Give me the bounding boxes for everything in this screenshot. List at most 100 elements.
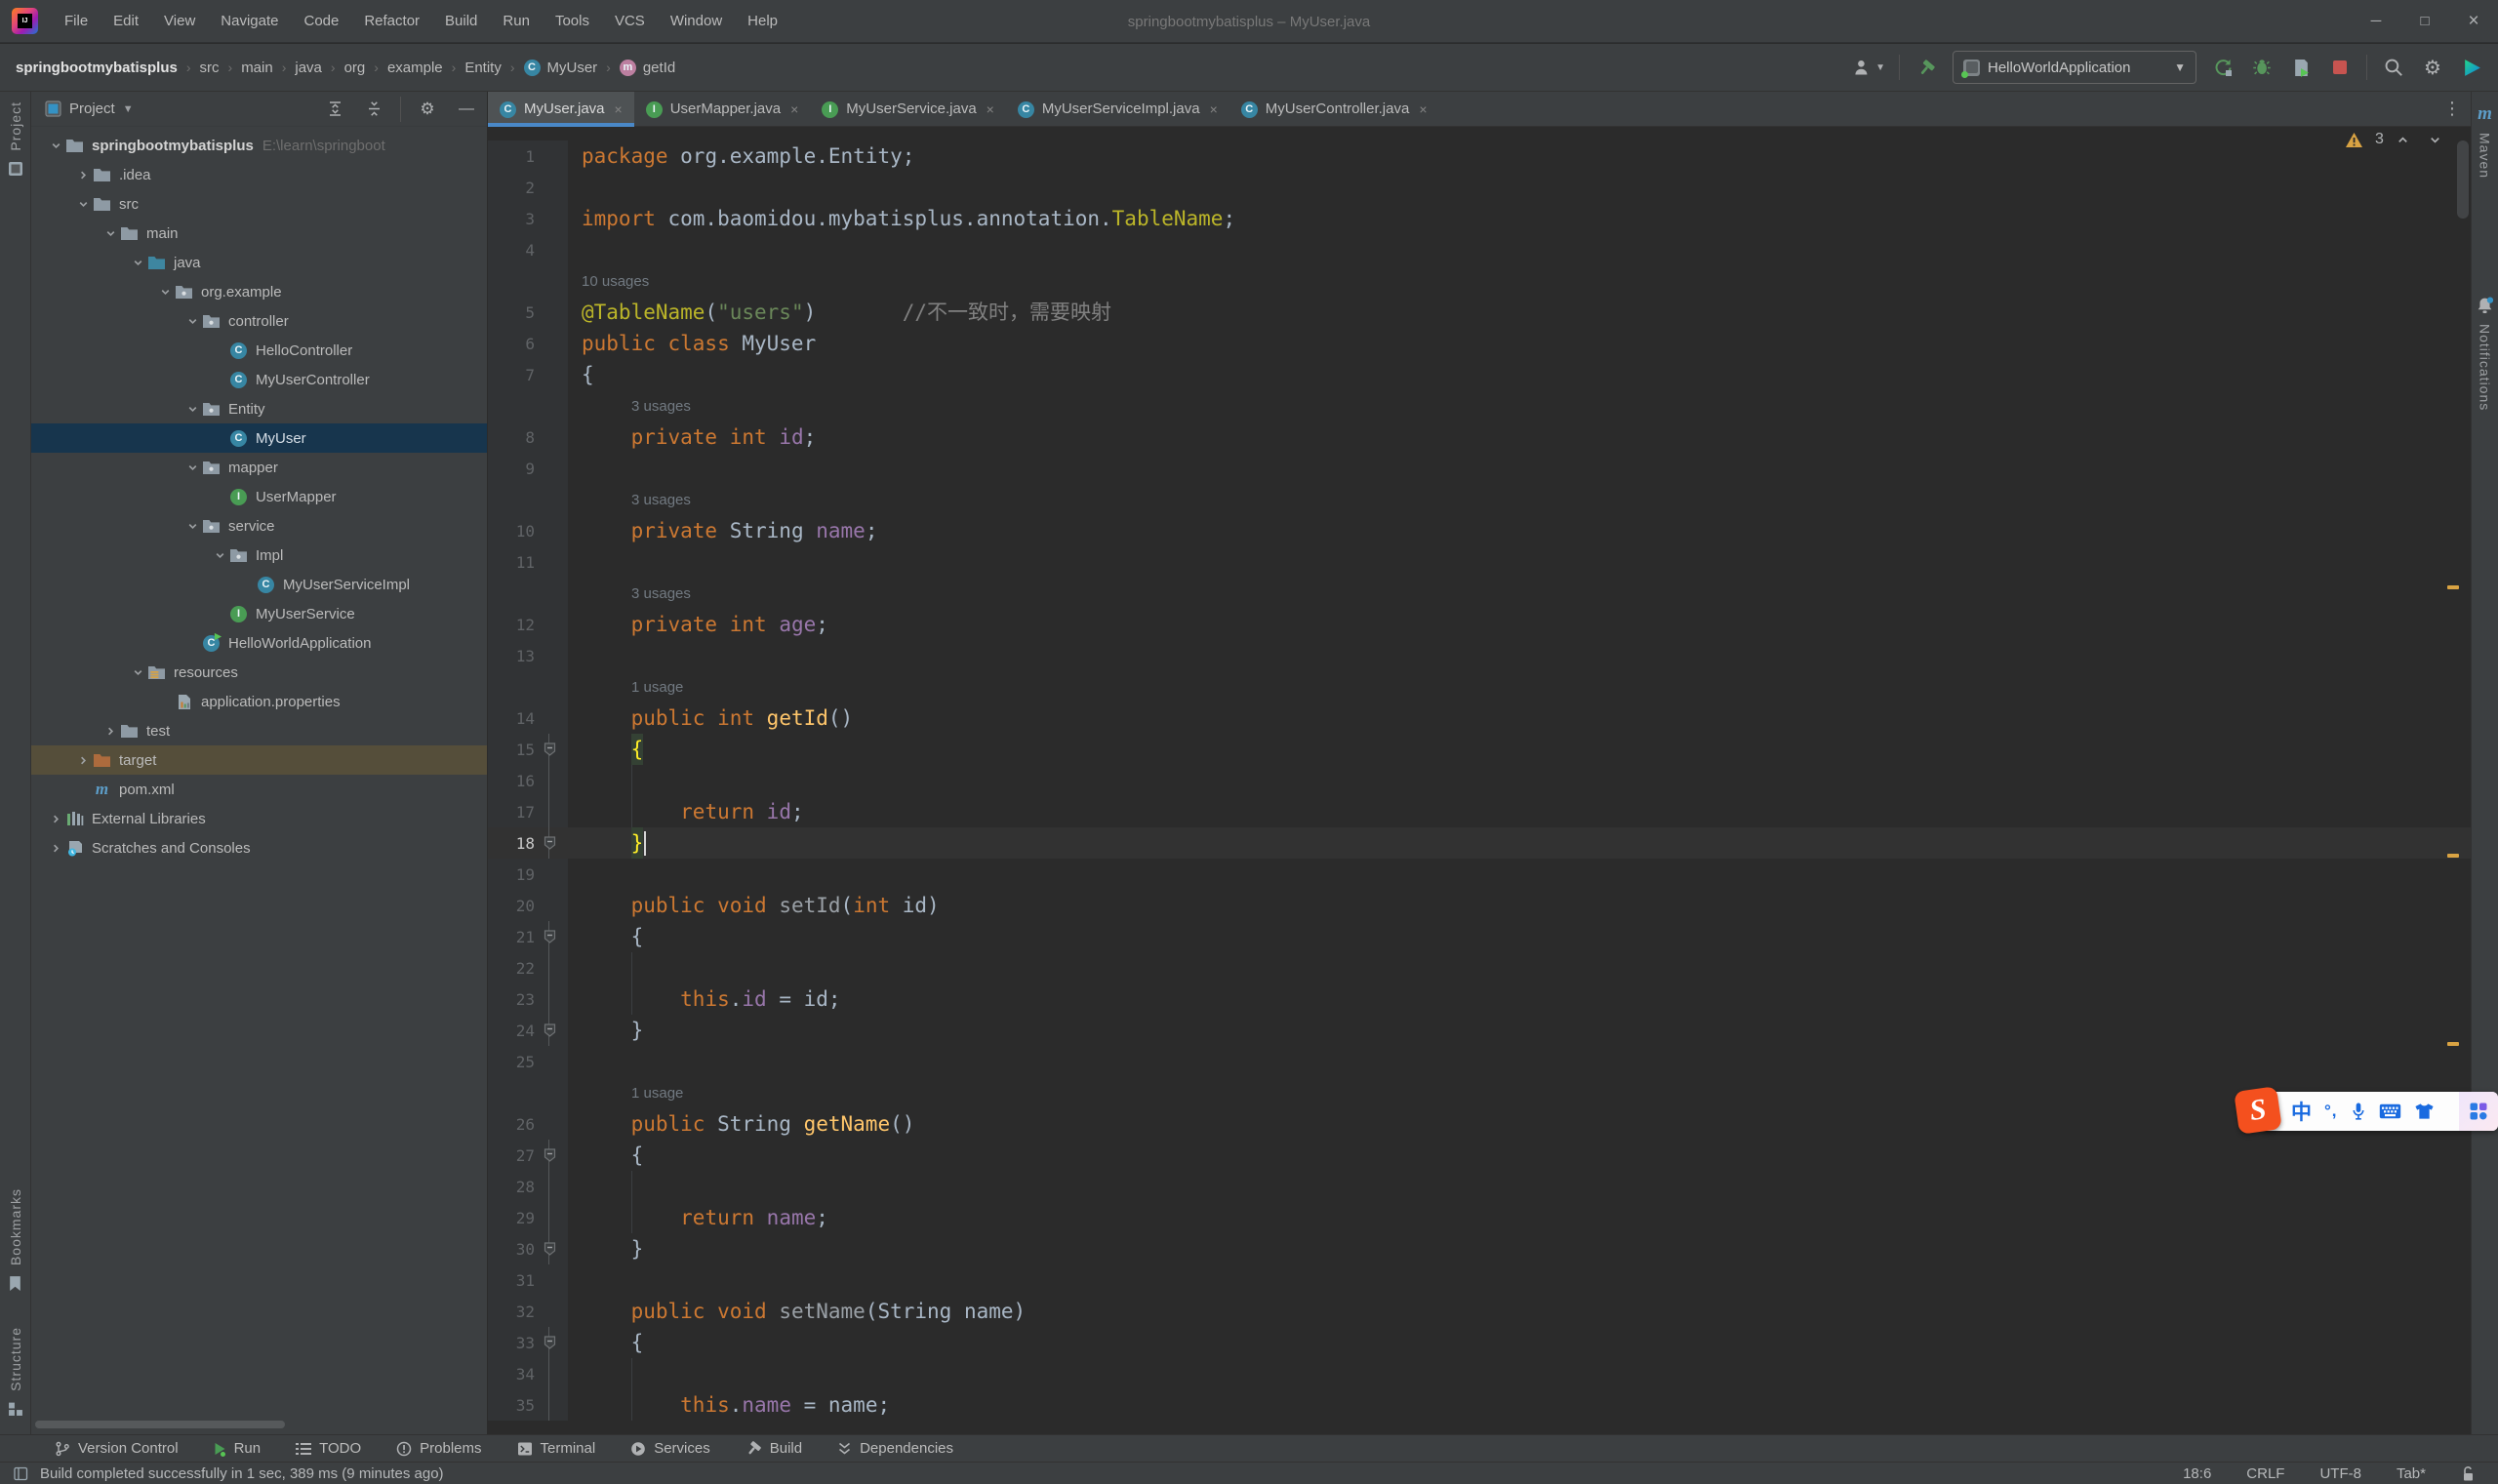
gutter[interactable]: 24	[488, 1015, 568, 1046]
code-line[interactable]: 9	[488, 453, 2471, 484]
settings-gear-icon[interactable]: ⚙	[2420, 53, 2445, 82]
tool-window-button-terminal[interactable]: Terminal	[517, 1440, 595, 1457]
gutter[interactable]: 6	[488, 328, 568, 359]
gutter[interactable]: 20	[488, 890, 568, 921]
code-text[interactable]: return id;	[568, 796, 2471, 827]
tree-item-application-properties[interactable]: application.properties	[31, 687, 487, 716]
project-panel-title[interactable]: Project	[69, 100, 115, 117]
chevron-down-icon[interactable]	[183, 459, 201, 476]
tool-window-button-dependencies[interactable]: Dependencies	[837, 1440, 953, 1457]
chevron-right-icon[interactable]	[74, 166, 92, 183]
gutter[interactable]	[488, 671, 568, 702]
fold-marker-icon[interactable]	[535, 1015, 564, 1046]
breadcrumb-springbootmybatisplus[interactable]: springbootmybatisplus	[16, 60, 178, 76]
inlay-hint[interactable]: 1 usage	[568, 671, 2471, 702]
inlay-hint-row[interactable]: 10 usages	[488, 265, 2471, 297]
gutter[interactable]: 22	[488, 952, 568, 983]
code-text[interactable]: return name;	[568, 1202, 2471, 1233]
file-encoding[interactable]: UTF-8	[2319, 1465, 2361, 1482]
tab-usermapper-java[interactable]: I UserMapper.java ×	[634, 92, 811, 126]
run-configuration-select[interactable]: HelloWorldApplication ▼	[1953, 51, 2196, 84]
tree-item-controller[interactable]: controller	[31, 306, 487, 336]
gutter[interactable]: 8	[488, 421, 568, 453]
tree-item-usermapper[interactable]: I UserMapper	[31, 482, 487, 511]
inlay-hint[interactable]: 10 usages	[568, 265, 2471, 297]
tree-item-target[interactable]: target	[31, 745, 487, 775]
toolbox-icon[interactable]	[2459, 1092, 2498, 1131]
prev-warning-icon[interactable]	[2396, 133, 2410, 147]
tree-item-myusercontroller[interactable]: C MyUserController	[31, 365, 487, 394]
code-line[interactable]: 11	[488, 546, 2471, 578]
inlay-hint-row[interactable]: 1 usage	[488, 1077, 2471, 1108]
breadcrumb-src[interactable]: src	[200, 60, 220, 76]
tree-item-main[interactable]: main	[31, 219, 487, 248]
code-line[interactable]: 25	[488, 1046, 2471, 1077]
gutter[interactable]	[488, 484, 568, 515]
code-text[interactable]: private int age;	[568, 609, 2471, 640]
menu-file[interactable]: File	[52, 0, 101, 42]
gutter[interactable]: 1	[488, 140, 568, 172]
gutter[interactable]: 14	[488, 702, 568, 734]
menu-run[interactable]: Run	[490, 0, 543, 42]
menu-tools[interactable]: Tools	[543, 0, 602, 42]
code-line[interactable]: 27 {	[488, 1140, 2471, 1171]
usages-hint[interactable]: 3 usages	[631, 398, 691, 415]
code-line[interactable]: 23 this. id = id;	[488, 983, 2471, 1015]
gutter[interactable]: 32	[488, 1296, 568, 1327]
tree-item-pom-xml[interactable]: m pom.xml	[31, 775, 487, 804]
gutter[interactable]: 15	[488, 734, 568, 765]
tool-stripe-maven[interactable]: Maven	[2478, 133, 2493, 179]
chevron-down-icon[interactable]	[183, 400, 201, 418]
bell-icon[interactable]	[2475, 296, 2495, 316]
tool-window-button-run[interactable]: Run	[214, 1440, 261, 1458]
project-tool-icon[interactable]	[8, 161, 23, 177]
tree-item-idea[interactable]: .idea	[31, 160, 487, 189]
gutter[interactable]: 34	[488, 1358, 568, 1389]
tool-window-button-todo[interactable]: TODO	[296, 1440, 361, 1457]
maven-icon[interactable]: m	[2478, 103, 2492, 125]
code-line[interactable]: 7{	[488, 359, 2471, 390]
close-tab-icon[interactable]: ×	[987, 101, 994, 117]
code-text[interactable]: this. id = id;	[568, 983, 2471, 1015]
tool-window-button-version-control[interactable]: Version Control	[55, 1440, 179, 1457]
code-line[interactable]: 13	[488, 640, 2471, 671]
ide-logo-icon[interactable]	[2459, 53, 2484, 82]
gutter[interactable]: 11	[488, 546, 568, 578]
code-line[interactable]: 31	[488, 1264, 2471, 1296]
chevron-down-icon[interactable]	[47, 137, 64, 154]
user-icon[interactable]: ▼	[1853, 53, 1885, 82]
tree-item-myuser[interactable]: C MyUser	[31, 423, 487, 453]
gutter[interactable]: 2	[488, 172, 568, 203]
code-text[interactable]: package org.example.Entity;	[568, 140, 2471, 172]
fold-marker-icon[interactable]	[535, 1327, 564, 1358]
menu-help[interactable]: Help	[735, 0, 790, 42]
code-text[interactable]: {	[568, 921, 2471, 952]
status-message[interactable]: Build completed successfully in 1 sec, 3…	[40, 1465, 444, 1482]
code-line[interactable]: 17 return id;	[488, 796, 2471, 827]
code-text[interactable]: private int id;	[568, 421, 2471, 453]
code-text[interactable]	[568, 640, 2471, 671]
code-line[interactable]: 33 {	[488, 1327, 2471, 1358]
tree-item-entity[interactable]: Entity	[31, 394, 487, 423]
code-line[interactable]: 32 public void setName (String name)	[488, 1296, 2471, 1327]
fold-marker-icon[interactable]	[535, 827, 564, 859]
expand-all-icon[interactable]	[322, 95, 347, 124]
code-text[interactable]: }	[568, 1233, 2471, 1264]
tree-item-external-libraries[interactable]: External Libraries	[31, 804, 487, 833]
inlay-hint[interactable]: 1 usage	[568, 1077, 2471, 1108]
gutter[interactable]: 35	[488, 1389, 568, 1421]
code-line[interactable]: 34	[488, 1358, 2471, 1389]
tree-item-hellocontroller[interactable]: C HelloController	[31, 336, 487, 365]
code-line[interactable]: 8 private int id;	[488, 421, 2471, 453]
tool-window-button-services[interactable]: Services	[630, 1440, 710, 1457]
gutter[interactable]	[488, 390, 568, 421]
tool-window-button-problems[interactable]: Problems	[396, 1440, 482, 1457]
gutter[interactable]: 23	[488, 983, 568, 1015]
chevron-down-icon[interactable]	[183, 312, 201, 330]
code-text[interactable]	[568, 1171, 2471, 1202]
menu-code[interactable]: Code	[291, 0, 351, 42]
breadcrumb-java[interactable]: java	[295, 60, 322, 76]
inlay-hint[interactable]: 3 usages	[568, 390, 2471, 421]
inlay-hint[interactable]: 3 usages	[568, 484, 2471, 515]
error-stripe-mark[interactable]	[2447, 854, 2459, 858]
